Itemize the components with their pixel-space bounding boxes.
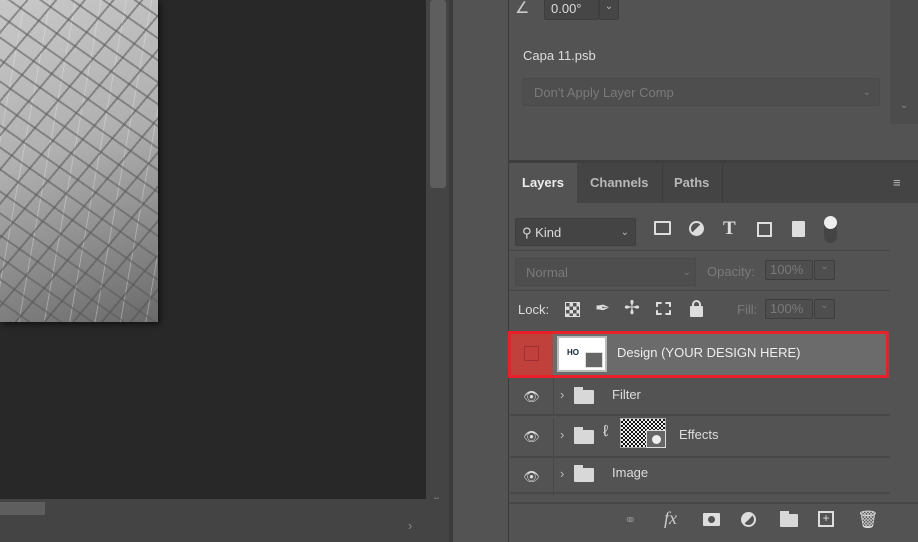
- folder-icon: [574, 387, 594, 404]
- angle-dropdown-chevron-icon[interactable]: ⌄: [599, 0, 619, 20]
- expand-chevron-icon[interactable]: ›: [560, 466, 564, 481]
- eye-icon[interactable]: 👁: [510, 418, 554, 456]
- horizontal-scroll-thumb[interactable]: [0, 502, 45, 515]
- panel-dock-column: [453, 0, 508, 542]
- chevron-down-icon: ⌄: [682, 267, 691, 278]
- tab-channels[interactable]: Channels: [577, 163, 663, 203]
- filter-kind-select[interactable]: ⚲ Kind ⌄: [515, 218, 636, 246]
- filter-shape-icon[interactable]: [757, 222, 772, 237]
- eye-icon[interactable]: 👁: [510, 378, 554, 416]
- layer-comp-value: Don't Apply Layer Comp: [534, 85, 674, 100]
- layer-row-effects[interactable]: 👁 › ℓ Effects: [510, 418, 890, 458]
- scroll-right-icon[interactable]: ›: [408, 518, 412, 533]
- divider: [509, 250, 890, 251]
- mosaic-artwork: [0, 0, 158, 322]
- horizontal-scrollbar[interactable]: [0, 499, 449, 517]
- fill-label: Fill:: [737, 302, 758, 317]
- delete-layer-trash-icon[interactable]: 🗑: [857, 510, 879, 530]
- layer-name[interactable]: Filter: [612, 387, 641, 402]
- filter-smart-object-icon[interactable]: [792, 221, 805, 237]
- fill-chevron-icon[interactable]: ⌄: [814, 299, 835, 319]
- folder-icon: [574, 427, 594, 444]
- fill-input[interactable]: 100%: [765, 299, 813, 319]
- status-bar: [0, 517, 449, 542]
- filter-pixel-icon[interactable]: [654, 221, 671, 235]
- filter-toggle[interactable]: [824, 216, 837, 243]
- layer-row-filter[interactable]: 👁 › Filter: [510, 378, 890, 416]
- fx-layer-style-icon[interactable]: fx: [664, 508, 677, 529]
- angle-icon: ∠: [515, 0, 530, 17]
- search-icon: ⚲: [522, 225, 532, 240]
- layer-name[interactable]: Design (YOUR DESIGN HERE): [617, 345, 800, 360]
- lock-position-move-icon[interactable]: ✢: [624, 297, 640, 320]
- eye-icon[interactable]: 👁: [510, 458, 554, 496]
- opacity-label: Opacity:: [707, 264, 755, 279]
- tab-layers[interactable]: Layers: [509, 163, 577, 203]
- blend-mode-value: Normal: [526, 265, 568, 280]
- blend-mode-select[interactable]: Normal ⌄: [515, 258, 696, 286]
- lock-image-pixels-brush-icon[interactable]: ✒: [595, 298, 610, 319]
- divider: [509, 290, 890, 291]
- tab-paths[interactable]: Paths: [661, 163, 724, 203]
- layer-mask-thumbnail[interactable]: [620, 418, 666, 448]
- filter-adjustment-icon[interactable]: [689, 221, 704, 236]
- filter-type-icon[interactable]: T: [723, 218, 736, 240]
- lock-all-icon[interactable]: [690, 300, 703, 317]
- layer-comp-select[interactable]: Don't Apply Layer Comp ⌄: [522, 78, 880, 106]
- angle-input[interactable]: 0.00°: [544, 0, 599, 20]
- panel-menu-icon[interactable]: ≡: [893, 175, 901, 190]
- filter-kind-value: Kind: [535, 225, 562, 240]
- divider: [509, 502, 918, 504]
- new-group-icon[interactable]: [780, 511, 798, 527]
- lock-transparent-pixels-icon[interactable]: [565, 302, 580, 317]
- layer-row-image[interactable]: 👁 › Image: [510, 458, 890, 496]
- lock-artboard-icon[interactable]: [656, 302, 671, 315]
- vertical-scroll-thumb[interactable]: [430, 0, 446, 188]
- opacity-chevron-icon[interactable]: ⌄: [814, 260, 835, 280]
- opacity-input[interactable]: 100%: [765, 260, 813, 280]
- lock-label: Lock:: [518, 302, 550, 317]
- scroll-down-icon[interactable]: ⌄: [900, 100, 908, 111]
- smart-object-file-name: Capa 11.psb: [523, 48, 596, 63]
- chevron-down-icon: ⌄: [862, 87, 871, 98]
- smart-object-thumbnail: HO: [557, 336, 607, 372]
- layer-row-design[interactable]: HO Design (YOUR DESIGN HERE): [508, 331, 889, 378]
- add-mask-icon[interactable]: [703, 513, 720, 526]
- layer-name[interactable]: Image: [612, 465, 648, 480]
- folder-icon: [574, 465, 594, 482]
- chevron-down-icon: ⌄: [620, 227, 629, 238]
- new-adjustment-layer-icon[interactable]: [741, 512, 756, 527]
- expand-chevron-icon[interactable]: ›: [560, 427, 564, 442]
- new-layer-icon[interactable]: +: [818, 511, 834, 527]
- link-chain-icon: ℓ: [603, 423, 609, 440]
- expand-chevron-icon[interactable]: ›: [560, 387, 564, 402]
- properties-scrollbar[interactable]: ⌄: [890, 0, 918, 124]
- link-layers-icon[interactable]: ⚭: [624, 511, 637, 529]
- layer-name[interactable]: Effects: [679, 427, 719, 442]
- visibility-toggle-off[interactable]: [511, 334, 553, 375]
